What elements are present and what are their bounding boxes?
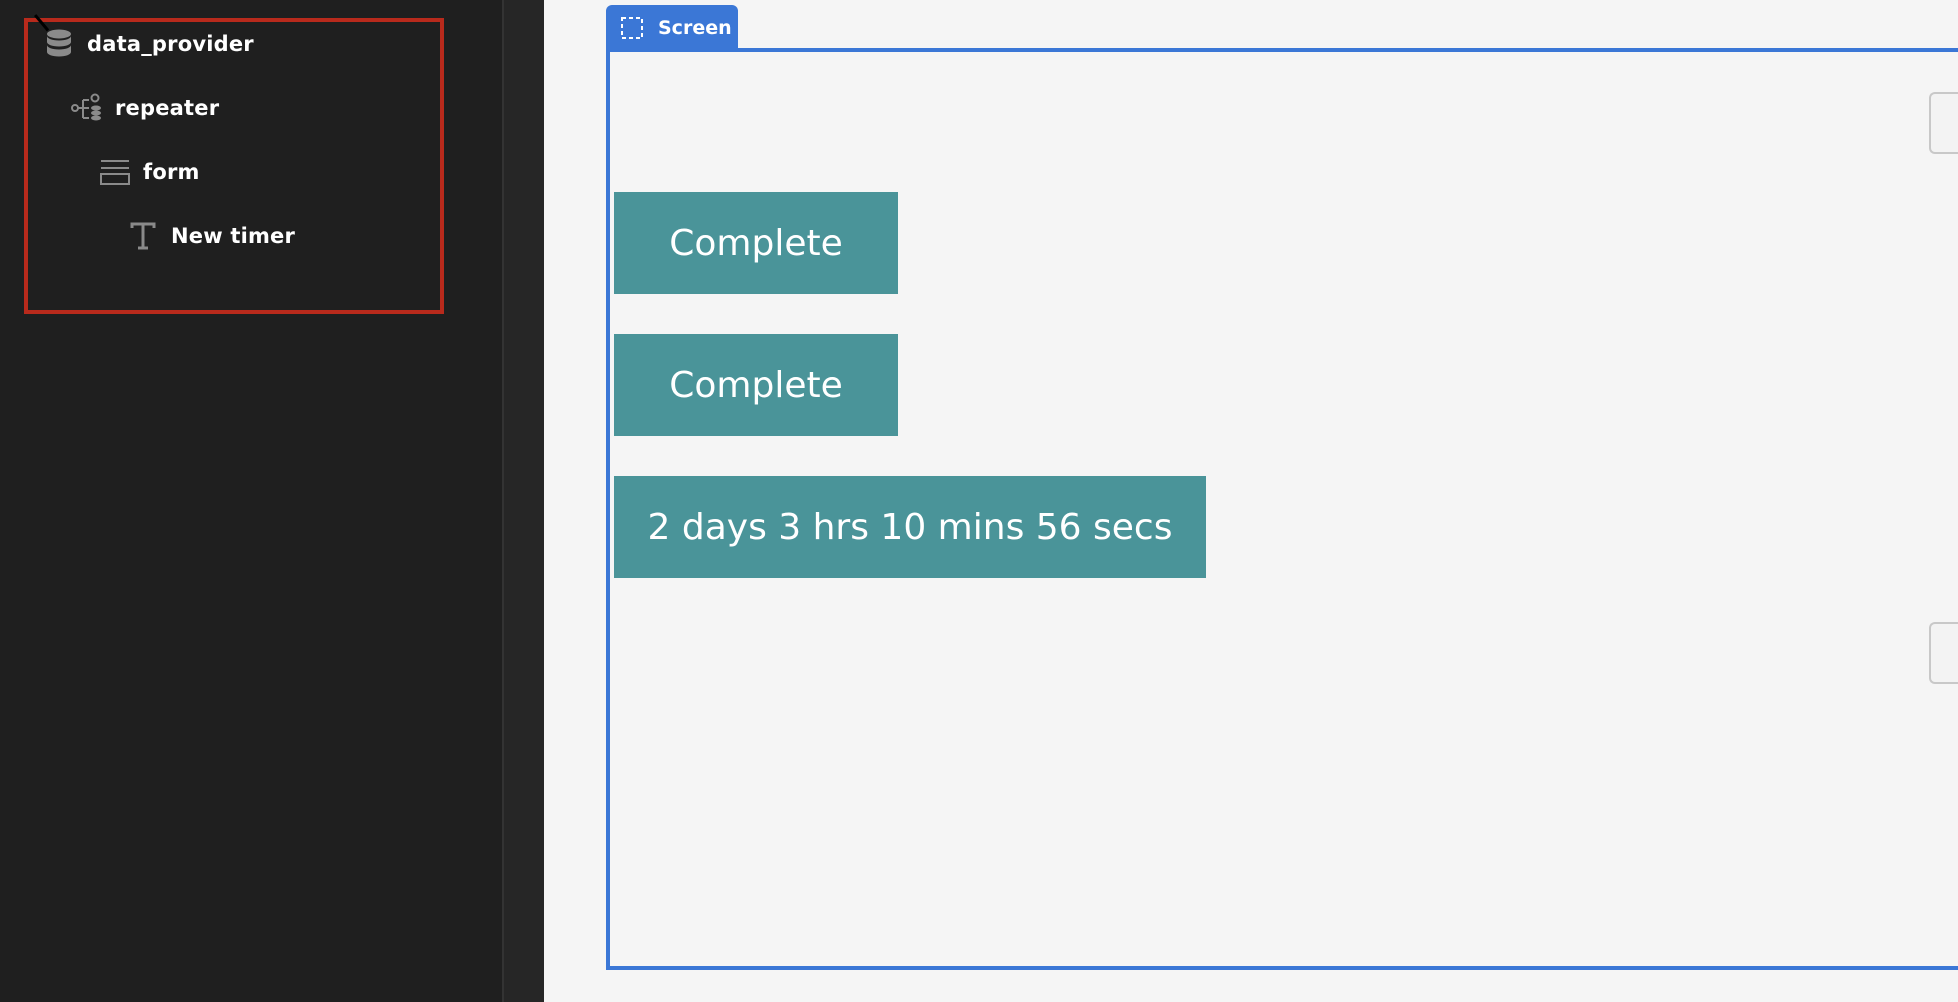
tree-node-label: New timer xyxy=(171,224,296,248)
app-window: data_provider repeater form New timer Sc… xyxy=(0,0,1958,1002)
timer-text[interactable]: Complete xyxy=(614,192,898,294)
form-icon xyxy=(98,155,132,189)
database-icon xyxy=(42,27,76,61)
tree-node-label: form xyxy=(143,160,200,184)
tree-node-new-timer[interactable]: New timer xyxy=(126,216,295,256)
tree-node-data-provider[interactable]: data_provider xyxy=(42,24,254,64)
screen-tab[interactable]: Screen xyxy=(606,5,738,50)
screen-tab-label: Screen xyxy=(658,16,732,39)
selection-icon xyxy=(620,16,644,40)
tree-node-repeater[interactable]: repeater xyxy=(70,88,219,128)
timer-text[interactable]: Complete xyxy=(614,334,898,436)
resize-handle-bottom[interactable] xyxy=(1929,622,1958,684)
repeater-icon xyxy=(70,91,104,125)
tree-node-label: data_provider xyxy=(87,32,254,56)
tree-node-label: repeater xyxy=(115,96,220,120)
text-icon xyxy=(126,219,160,253)
resize-handle-top[interactable] xyxy=(1929,92,1958,154)
tree-node-form[interactable]: form xyxy=(98,152,200,192)
panel-divider[interactable] xyxy=(502,0,544,1002)
timer-text[interactable]: 2 days 3 hrs 10 mins 56 secs xyxy=(614,476,1206,578)
component-tree-panel: data_provider repeater form New timer xyxy=(0,0,502,1002)
